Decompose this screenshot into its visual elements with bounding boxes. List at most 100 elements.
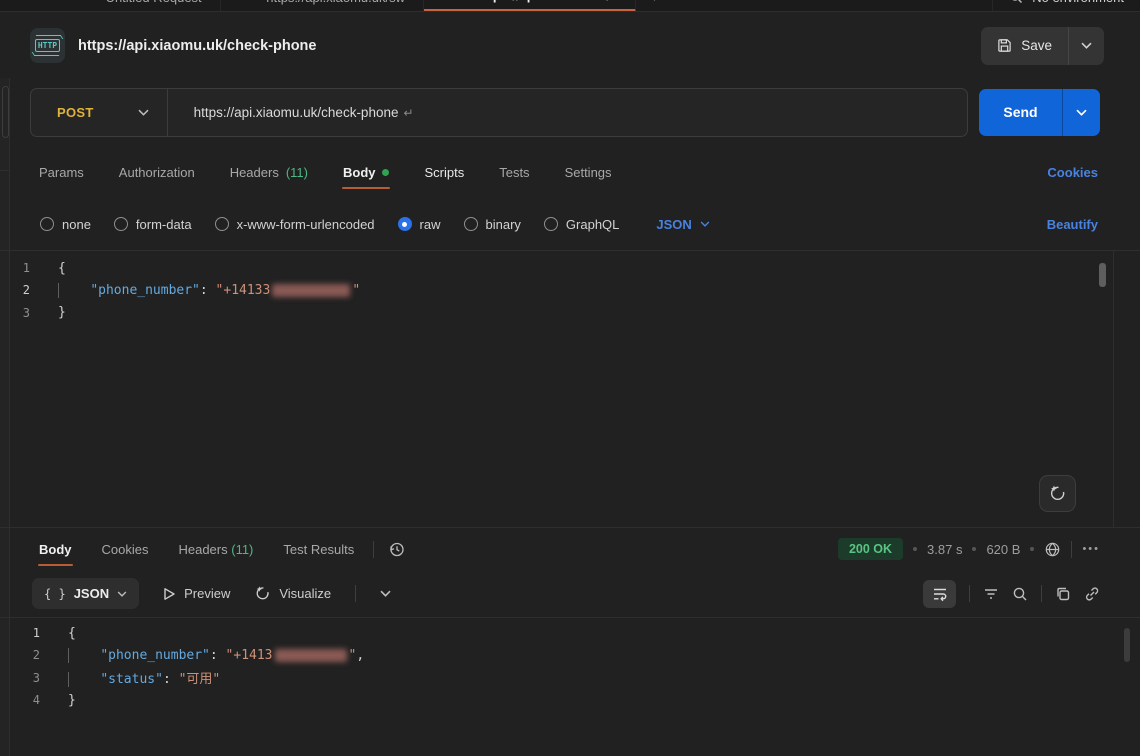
radio-circle [40,217,54,231]
tab-settings[interactable]: Settings [564,149,613,196]
method-badge: POST [442,0,469,1]
editor-scrollbar[interactable] [1099,263,1106,287]
radio-label: none [62,217,91,232]
tab-label: Settings [565,165,612,180]
body-has-content-dot [382,169,389,176]
tab-label: Tests [499,165,529,180]
divider [1113,251,1114,527]
line-number: 1 [0,626,68,640]
response-tab-test-results[interactable]: Test Results [282,531,355,568]
environment-selector[interactable]: No environment [992,0,1140,12]
wrap-text-button-active[interactable] [923,580,956,608]
line-number: 3 [0,306,58,320]
response-body-viewer[interactable]: 1{ 2 "phone_number": "+1413", 3 "status"… [0,618,1140,756]
search-in-response-icon[interactable] [1012,586,1028,602]
line-number: 1 [0,261,58,275]
braces-icon: { } [44,587,66,601]
radio-circle [114,217,128,231]
radio-x-www-form-urlencoded[interactable]: x-www-form-urlencoded [215,217,375,232]
line-number: 2 [0,283,58,297]
tab-label: Scripts [424,165,464,180]
send-button-group: Send [979,89,1100,136]
radio-label: x-www-form-urlencoded [237,217,375,232]
response-section-tabs: Body Cookies Headers (11) Test Results 2… [0,528,1140,570]
save-button[interactable]: Save [981,27,1068,65]
save-button-group: Save [981,27,1104,65]
copy-response-icon[interactable] [1055,586,1071,602]
send-button[interactable]: Send [979,89,1062,136]
response-toolbar: { } JSON Preview Visualize [0,570,1140,618]
code-text: { [68,626,76,641]
globe-icon[interactable] [1044,541,1061,558]
headers-count: (11) [286,165,308,180]
raw-format-dropdown[interactable]: JSON [656,217,709,232]
radio-none[interactable]: none [40,217,91,232]
radio-form-data[interactable]: form-data [114,217,192,232]
postbot-button[interactable] [1039,475,1076,512]
body-type-row: none form-data x-www-form-urlencoded raw… [0,198,1140,251]
response-size: 620 B [986,542,1020,557]
format-selected: JSON [656,217,691,232]
preview-button[interactable]: Preview [163,586,230,601]
response-tab-cookies[interactable]: Cookies [101,531,150,568]
radio-circle [544,217,558,231]
code-line: 3} [0,302,1140,324]
view-options-chevron[interactable] [380,590,391,597]
save-options-chevron[interactable] [1068,27,1104,65]
response-scrollbar[interactable] [1124,628,1130,662]
code-line: 2 "phone_number": "+14133" [0,279,1140,301]
send-options-chevron[interactable] [1062,89,1100,136]
radio-label: form-data [136,217,192,232]
response-tab-body[interactable]: Body [38,531,73,568]
request-body-editor[interactable]: 1{ 2 "phone_number": "+14133" 3} [0,251,1140,528]
tab-label: Untitled Request [106,0,202,5]
tab-scripts[interactable]: Scripts [423,149,465,196]
code-text: } [58,305,66,320]
radio-circle [398,217,412,231]
radio-circle [464,217,478,231]
radio-label: GraphQL [566,217,619,232]
dot-separator [913,547,917,551]
code-text: "status": "可用" [68,668,220,687]
app-tab-bar: GET Untitled Request GET https://api.xia… [0,0,1140,12]
radio-graphql[interactable]: GraphQL [544,217,619,232]
beautify-link[interactable]: Beautify [1047,217,1098,232]
api-client-window: GET Untitled Request GET https://api.xia… [0,0,1140,756]
response-format-dropdown[interactable]: { } JSON [32,578,139,609]
line-number: 3 [0,671,68,685]
link-icon[interactable] [1084,586,1100,602]
response-history-icon[interactable] [388,541,405,558]
visualize-button[interactable]: Visualize [254,585,331,602]
tab-tests[interactable]: Tests [498,149,530,196]
code-text: "phone_number": "+14133" [58,283,360,298]
code-line: 2 "phone_number": "+1413", [0,644,1140,666]
tab-authorization[interactable]: Authorization [118,149,196,196]
tab-params[interactable]: Params [38,149,85,196]
dot-separator [1030,547,1034,551]
play-outline-icon [163,587,176,601]
method-selector[interactable]: POST [31,105,167,120]
radio-binary[interactable]: binary [464,217,521,232]
radio-label: raw [420,217,441,232]
request-tab-3-active[interactable]: POST https://api.xiaomu.uk/c [424,0,636,12]
code-text: { [58,261,66,276]
new-tab-button[interactable]: + [650,0,659,6]
cookies-link[interactable]: Cookies [1047,165,1098,180]
sparkle-circle-icon [254,585,271,602]
response-tab-headers[interactable]: Headers (11) [177,531,254,568]
request-title: https://api.xiaomu.uk/check-phone [78,38,316,54]
response-more-actions[interactable]: ••• [1082,543,1100,555]
url-input[interactable]: https://api.xiaomu.uk/check-phone↵ [168,105,414,120]
url-bar: POST https://api.xiaomu.uk/check-phone↵ [30,88,968,137]
request-tab-1[interactable]: GET Untitled Request [60,0,221,12]
request-tab-2[interactable]: GET https://api.xiaomu.uk/sw [221,0,424,12]
method-badge: GET [239,0,260,3]
tab-headers[interactable]: Headers(11) [229,149,309,196]
url-bar-row: POST https://api.xiaomu.uk/check-phone↵ … [0,78,1140,146]
tab-body[interactable]: Body [342,149,391,196]
enter-hint-glyph: ↵ [403,106,413,120]
radio-raw-selected[interactable]: raw [398,217,441,232]
filter-icon[interactable] [983,587,999,601]
line-number: 4 [0,693,68,707]
tab-label: Body [39,542,72,557]
